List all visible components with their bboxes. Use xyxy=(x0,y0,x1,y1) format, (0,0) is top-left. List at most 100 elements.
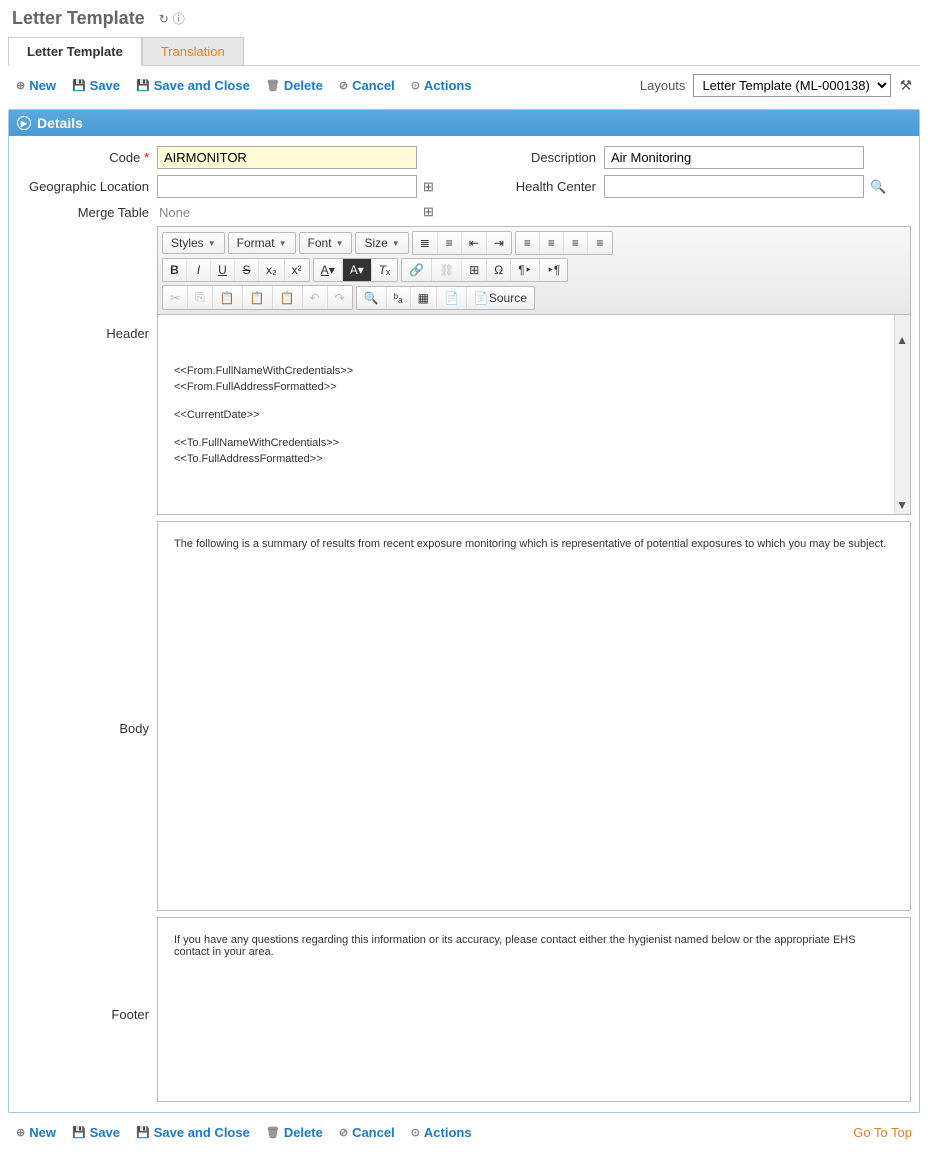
info-icon[interactable]: ⓘ xyxy=(173,10,185,27)
geo-label: Geographic Location xyxy=(17,179,157,194)
body-label: Body xyxy=(17,521,157,911)
tab-translation[interactable]: Translation xyxy=(142,37,244,65)
actions-button[interactable]: ⊙Actions xyxy=(411,78,472,93)
rte-toolbar: Styles▼ Format▼ Font▼ Size▼ ≣ ≡ ⇤ ⇥ ≡ ≡ xyxy=(157,226,911,315)
footer-editor[interactable]: If you have any questions regarding this… xyxy=(157,917,911,1102)
save-icon: 💾 xyxy=(72,79,86,92)
geo-input[interactable] xyxy=(157,175,417,198)
panel-header[interactable]: ▶ Details xyxy=(9,110,919,136)
save-icon: 💾 xyxy=(136,79,150,92)
align-left-icon[interactable]: ≡ xyxy=(516,232,540,254)
go-to-top-link[interactable]: Go To Top xyxy=(853,1125,912,1140)
plus-icon: ⊕ xyxy=(16,1126,25,1139)
align-right-icon[interactable]: ≡ xyxy=(564,232,588,254)
link-icon[interactable]: 🔗 xyxy=(402,259,432,281)
paste-text-icon[interactable]: 📋 xyxy=(243,286,273,309)
header-editor[interactable]: <<From.FullNameWithCredentials>> <<From.… xyxy=(157,315,911,515)
footer-label: Footer xyxy=(17,917,157,1102)
indent-icon[interactable]: ⇥ xyxy=(487,232,511,254)
select-all-icon[interactable]: ▦ xyxy=(411,287,437,309)
table-icon[interactable]: ⊞ xyxy=(462,259,487,281)
new-button-bottom[interactable]: ⊕New xyxy=(16,1125,56,1140)
cancel-icon: ⊘ xyxy=(339,1126,348,1139)
source-button[interactable]: 📄 Source xyxy=(467,287,534,309)
paste-word-icon[interactable]: 📋 xyxy=(273,286,303,309)
header-label: Header xyxy=(17,226,157,515)
text-color-icon[interactable]: A▾ xyxy=(314,259,343,281)
tab-letter-template[interactable]: Letter Template xyxy=(8,37,142,66)
hc-input[interactable] xyxy=(604,175,864,198)
font-dropdown[interactable]: Font▼ xyxy=(299,232,353,254)
save-icon: 💾 xyxy=(72,1126,86,1139)
tabs: Letter Template Translation xyxy=(8,37,920,66)
collapse-icon[interactable]: ▶ xyxy=(17,116,31,130)
paste-icon[interactable]: 📋 xyxy=(213,286,243,309)
save-close-button[interactable]: 💾Save and Close xyxy=(136,78,250,93)
size-dropdown[interactable]: Size▼ xyxy=(355,232,408,254)
save-icon: 💾 xyxy=(136,1126,150,1139)
description-label: Description xyxy=(464,150,604,165)
rtl-icon[interactable]: ‣¶ xyxy=(540,259,568,281)
new-page-icon[interactable]: 📄 xyxy=(437,287,467,309)
save-button[interactable]: 💾Save xyxy=(72,78,120,93)
superscript-icon[interactable]: x² xyxy=(285,259,309,281)
hc-label: Health Center xyxy=(464,179,604,194)
scroll-up-icon[interactable]: ▲ xyxy=(896,333,908,347)
add-table-icon[interactable]: ⊞ xyxy=(423,204,434,220)
new-button[interactable]: ⊕New xyxy=(16,78,56,93)
special-char-icon[interactable]: Ω xyxy=(487,259,511,281)
plus-icon: ⊕ xyxy=(16,79,25,92)
merge-label: Merge Table xyxy=(17,205,157,220)
refresh-icon[interactable]: ↻ xyxy=(159,12,169,26)
cancel-button-bottom[interactable]: ⊘Cancel xyxy=(339,1125,395,1140)
italic-icon[interactable]: I xyxy=(187,259,211,281)
redo-icon[interactable]: ↷ xyxy=(328,286,352,309)
scroll-down-icon[interactable]: ▼ xyxy=(896,498,908,512)
settings-icon[interactable]: ⚒ xyxy=(899,77,912,94)
styles-dropdown[interactable]: Styles▼ xyxy=(162,232,225,254)
numbered-list-icon[interactable]: ≡ xyxy=(438,232,462,254)
outdent-icon[interactable]: ⇤ xyxy=(462,232,487,254)
details-panel: ▶ Details Code * Description Geographic … xyxy=(8,109,920,1113)
cancel-icon: ⊘ xyxy=(339,79,348,92)
body-editor[interactable]: The following is a summary of results fr… xyxy=(157,521,911,911)
save-close-button-bottom[interactable]: 💾Save and Close xyxy=(136,1125,250,1140)
underline-icon[interactable]: U xyxy=(211,259,235,281)
trash-icon: 🗑 xyxy=(266,79,280,92)
actions-button-bottom[interactable]: ⊙Actions xyxy=(411,1125,472,1140)
description-input[interactable] xyxy=(604,146,864,169)
delete-button-bottom[interactable]: 🗑Delete xyxy=(266,1125,323,1140)
cut-icon[interactable]: ✂ xyxy=(163,286,188,309)
code-label: Code * xyxy=(17,150,157,165)
remove-format-icon[interactable]: Tₓ xyxy=(372,259,397,281)
play-icon: ⊙ xyxy=(411,79,420,92)
search-icon[interactable]: 🔍 xyxy=(870,179,886,195)
align-justify-icon[interactable]: ≡ xyxy=(588,232,612,254)
hierarchy-icon[interactable]: ⊞ xyxy=(423,179,434,195)
page-title: Letter Template xyxy=(12,8,145,29)
panel-title: Details xyxy=(37,115,83,131)
ltr-icon[interactable]: ¶‣ xyxy=(511,259,540,281)
merge-value: None xyxy=(157,205,417,220)
subscript-icon[interactable]: x₂ xyxy=(259,259,285,281)
bg-color-icon[interactable]: A▾ xyxy=(343,259,372,281)
save-button-bottom[interactable]: 💾Save xyxy=(72,1125,120,1140)
scrollbar[interactable]: ▲ ▼ xyxy=(894,315,910,514)
trash-icon: 🗑 xyxy=(266,1126,280,1139)
copy-icon[interactable]: ⎘ xyxy=(188,286,213,309)
replace-icon[interactable]: ᵇₐ xyxy=(387,287,411,309)
strike-icon[interactable]: S xyxy=(235,259,259,281)
layouts-label: Layouts xyxy=(640,78,686,93)
layouts-select[interactable]: Letter Template (ML-000138) xyxy=(693,74,891,97)
code-input[interactable] xyxy=(157,146,417,169)
find-icon[interactable]: 🔍 xyxy=(357,287,387,309)
unlink-icon[interactable]: ⛓ xyxy=(432,259,462,281)
format-dropdown[interactable]: Format▼ xyxy=(228,232,296,254)
bold-icon[interactable]: B xyxy=(163,259,187,281)
delete-button[interactable]: 🗑Delete xyxy=(266,78,323,93)
bulleted-list-icon[interactable]: ≣ xyxy=(413,232,438,254)
cancel-button[interactable]: ⊘Cancel xyxy=(339,78,395,93)
toolbar-top: ⊕New 💾Save 💾Save and Close 🗑Delete ⊘Canc… xyxy=(0,66,928,105)
align-center-icon[interactable]: ≡ xyxy=(540,232,564,254)
undo-icon[interactable]: ↶ xyxy=(303,286,328,309)
